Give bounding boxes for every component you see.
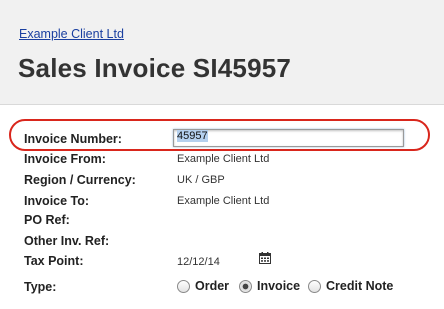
po-ref-label: PO Ref: — [24, 213, 70, 227]
invoice-to-value: Example Client Ltd — [177, 195, 270, 207]
other-ref-label: Other Inv. Ref: — [24, 234, 110, 248]
type-radio-label: Credit Note — [326, 279, 394, 293]
type-radio-label: Invoice — [257, 279, 301, 293]
region-currency-value: UK / GBP — [177, 174, 225, 186]
radio-circle — [177, 280, 190, 293]
radio-circle — [239, 280, 252, 293]
radio-circle — [308, 280, 321, 293]
client-link[interactable]: Example Client Ltd — [19, 27, 124, 41]
invoice-from-label: Invoice From: — [24, 152, 106, 166]
tax-point-value: 12/12/14 — [177, 256, 220, 268]
calendar-icon[interactable] — [259, 252, 271, 264]
type-radio-label: Order — [195, 279, 230, 293]
type-label: Type: — [24, 280, 57, 294]
invoice-number-label: Invoice Number: — [24, 132, 122, 146]
invoice-to-label: Invoice To: — [24, 194, 90, 208]
invoice-number-input[interactable]: 45957 — [173, 129, 404, 147]
page-header: Example Client Ltd Sales Invoice SI45957 — [0, 0, 444, 105]
invoice-from-value: Example Client Ltd — [177, 153, 270, 165]
tax-point-label: Tax Point: — [24, 254, 84, 268]
region-currency-label: Region / Currency: — [24, 173, 136, 187]
invoice-number-value: 45957 — [177, 130, 208, 142]
page-title: Sales Invoice SI45957 — [18, 53, 292, 83]
